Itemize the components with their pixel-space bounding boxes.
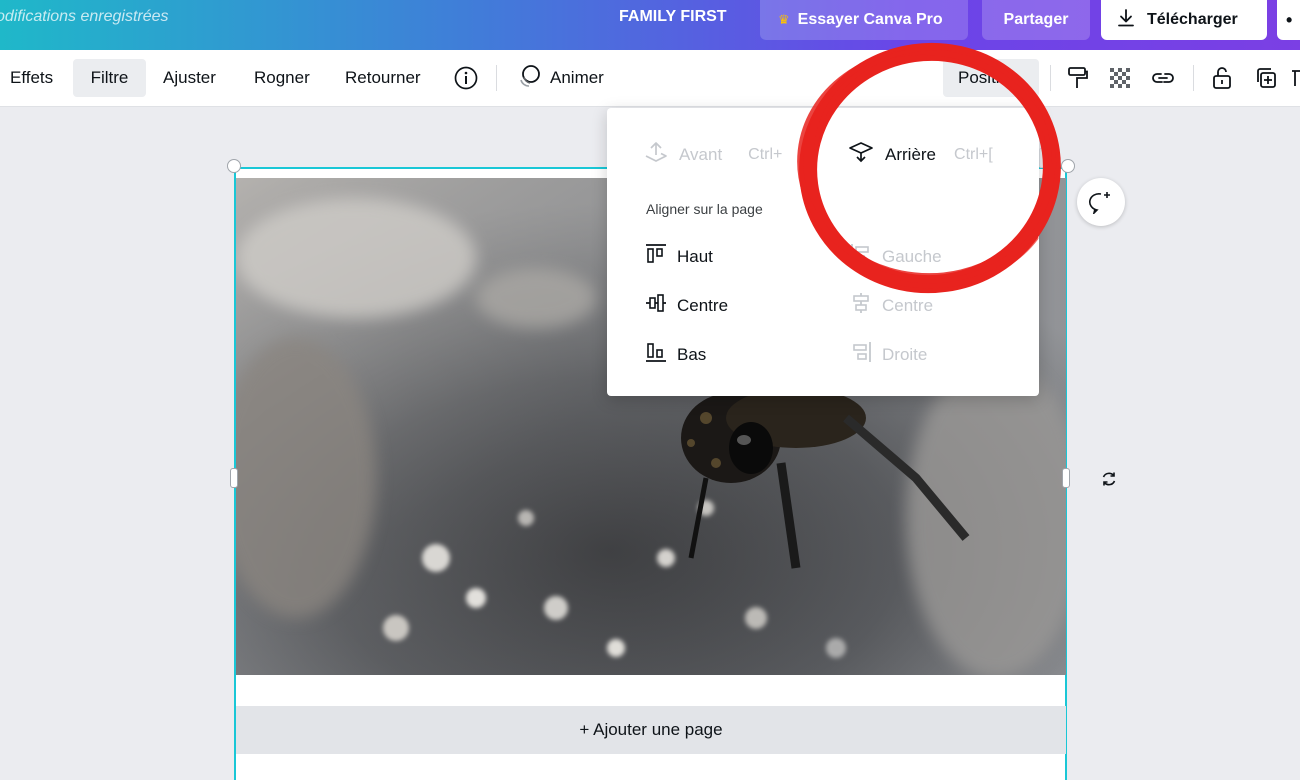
align-center-label: Centre	[882, 295, 934, 315]
animate-icon	[516, 64, 542, 93]
download-label: Télécharger	[1147, 11, 1238, 28]
trash-icon[interactable]	[1290, 66, 1300, 90]
align-top-icon	[645, 243, 667, 270]
send-backward-icon	[847, 140, 875, 169]
crop-tool[interactable]: Rogner	[244, 59, 320, 97]
corner-handle-top-right[interactable]	[1061, 159, 1075, 173]
add-comment-button[interactable]	[1077, 178, 1125, 226]
send-to-back-icon	[1039, 148, 1047, 168]
more-label: •	[1286, 9, 1293, 30]
align-right-item: Droite	[850, 341, 927, 368]
crown-icon: ♛	[778, 12, 790, 27]
align-middle-item[interactable]: Centre	[645, 292, 728, 319]
position-button[interactable]: Positi	[943, 59, 1039, 97]
send-backward-label: Arrière	[885, 144, 937, 164]
adjust-tool[interactable]: Ajuster	[153, 59, 226, 97]
more-button[interactable]: •	[1277, 0, 1300, 40]
align-right-label: Droite	[882, 344, 928, 364]
align-top-item[interactable]: Haut	[645, 243, 713, 270]
align-left-icon	[850, 243, 872, 270]
bring-forward-icon	[643, 140, 669, 169]
effects-tool[interactable]: Effets	[0, 59, 63, 97]
download-button[interactable]: Télécharger	[1101, 0, 1267, 40]
lock-icon[interactable]	[1210, 66, 1234, 90]
align-bottom-item[interactable]: Bas	[645, 341, 706, 368]
align-center-item: Centre	[850, 292, 933, 319]
share-button[interactable]: Partager	[982, 0, 1090, 40]
align-section-title: Aligner sur la page	[646, 201, 763, 217]
flip-tool[interactable]: Retourner	[335, 59, 431, 97]
side-handle-right[interactable]	[1062, 468, 1070, 488]
bring-forward-label: Avant	[679, 144, 723, 164]
position-menu: Avant Ctrl+ Arrière Ctrl+[ Aligner sur l…	[607, 108, 1047, 396]
align-center-icon	[850, 292, 872, 319]
align-middle-label: Centre	[677, 295, 729, 315]
save-status: odifications enregistrées	[0, 8, 169, 25]
align-right-icon	[850, 341, 872, 368]
paint-roller-icon[interactable]	[1066, 66, 1090, 90]
try-pro-label: Essayer Canva Pro	[797, 11, 943, 28]
try-pro-button[interactable]: ♛ Essayer Canva Pro	[760, 0, 968, 40]
top-bar: odifications enregistrées FAMILY FIRST ♛…	[0, 0, 1300, 50]
image-toolbar: Effets Filtre Ajuster Rogner Retourner A…	[0, 50, 1300, 107]
transparency-icon[interactable]	[1107, 66, 1133, 90]
animate-label: Animer	[550, 68, 604, 87]
link-icon[interactable]	[1150, 66, 1176, 90]
align-bottom-icon	[645, 341, 667, 368]
send-backward-shortcut: Ctrl+[	[954, 145, 993, 163]
rotate-icon[interactable]	[1098, 468, 1120, 490]
align-middle-icon	[645, 292, 667, 319]
bring-forward-shortcut: Ctrl+	[748, 145, 783, 163]
align-top-label: Haut	[677, 246, 713, 266]
download-icon	[1115, 7, 1137, 34]
corner-handle-top-left[interactable]	[227, 159, 241, 173]
add-page-button[interactable]: + Ajouter une page	[236, 706, 1066, 754]
align-bottom-label: Bas	[677, 344, 707, 364]
share-label: Partager	[1003, 11, 1069, 28]
info-icon[interactable]	[453, 66, 479, 90]
align-left-item: Gauche	[850, 243, 942, 270]
project-title[interactable]: FAMILY FIRST	[619, 8, 727, 26]
send-backward-item[interactable]: Arrière Ctrl+[	[847, 140, 993, 169]
animate-tool[interactable]: Animer	[506, 59, 614, 97]
duplicate-icon[interactable]	[1254, 66, 1278, 90]
side-handle-left[interactable]	[230, 468, 238, 488]
align-left-label: Gauche	[882, 246, 942, 266]
filter-tool[interactable]: Filtre	[73, 59, 146, 97]
bring-forward-item: Avant Ctrl+	[643, 140, 782, 169]
